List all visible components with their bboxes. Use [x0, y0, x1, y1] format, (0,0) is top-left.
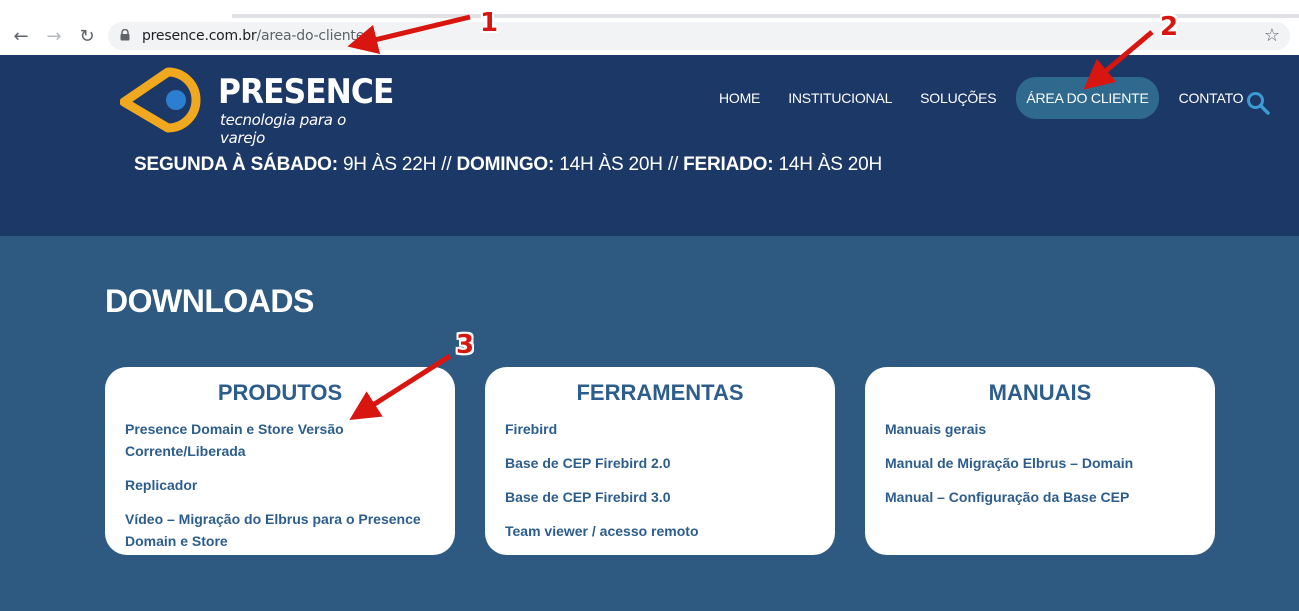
hours-weekday-value: 9H ÀS 22H // — [337, 154, 457, 175]
url-host: presence.com.br — [142, 28, 257, 44]
link-manual-base-cep[interactable]: Manual – Configuração da Base CEP — [885, 486, 1195, 508]
link-video-migracao[interactable]: Vídeo – Migração do Elbrus para o Presen… — [125, 508, 435, 552]
card-manuais: MANUAIS Manuais gerais Manual de Migraçã… — [865, 367, 1215, 555]
reload-icon[interactable]: ↻ — [75, 24, 99, 48]
annotation-number-2: 2 — [1160, 12, 1179, 42]
card-link-list: Firebird Base de CEP Firebird 2.0 Base d… — [505, 418, 815, 554]
link-cep-firebird-2[interactable]: Base de CEP Firebird 2.0 — [505, 452, 815, 474]
annotation-number-3: 3 — [456, 330, 475, 360]
link-team-viewer[interactable]: Team viewer / acesso remoto — [505, 520, 815, 542]
hours-sunday-label: DOMINGO: — [456, 154, 555, 175]
hours-holiday-value: 14H ÀS 20H — [773, 154, 883, 175]
arrow-left-icon[interactable]: ← — [9, 24, 33, 48]
url-text[interactable]: presence.com.br/area-do-cliente/ — [142, 28, 369, 44]
opening-hours: SEGUNDA À SÁBADO: 9H ÀS 22H // DOMINGO: … — [134, 154, 882, 176]
card-produtos: PRODUTOS Presence Domain e Store Versão … — [105, 367, 455, 555]
nav-home[interactable]: HOME — [705, 77, 774, 119]
site-header: PRESENCE tecnologia para o varejo HOME I… — [0, 55, 1299, 236]
link-replicador[interactable]: Replicador — [125, 474, 435, 496]
link-presence-domain-store[interactable]: Presence Domain e Store Versão Corrente/… — [125, 418, 435, 462]
card-title: PRODUTOS — [217, 380, 343, 405]
browser-toolbar: ← → ↻ presence.com.br/area-do-cliente/ ☆ — [0, 0, 1299, 55]
link-firebird[interactable]: Firebird — [505, 418, 815, 440]
lock-icon — [120, 29, 130, 41]
tab-strip — [0, 14, 1299, 18]
address-bar[interactable]: presence.com.br/area-do-cliente/ ☆ — [108, 22, 1290, 50]
arrow-right-icon[interactable]: → — [42, 24, 66, 48]
card-title: MANUAIS — [988, 380, 1092, 405]
presence-logo[interactable]: PRESENCE tecnologia para o varejo — [120, 66, 394, 147]
nav-contato[interactable]: CONTATO — [1165, 77, 1258, 119]
downloads-title: DOWNLOADS — [105, 283, 314, 319]
star-icon[interactable]: ☆ — [1264, 25, 1280, 46]
card-link-list: Presence Domain e Store Versão Corrente/… — [125, 418, 435, 564]
active-tab[interactable] — [0, 14, 232, 18]
logo-wordmark: PRESENCE — [218, 72, 394, 112]
search-icon[interactable] — [1246, 91, 1270, 115]
hours-weekday-label: SEGUNDA À SÁBADO: — [134, 154, 338, 175]
link-manual-migracao[interactable]: Manual de Migração Elbrus – Domain — [885, 452, 1195, 474]
annotation-number-1: 1 — [480, 8, 499, 38]
card-ferramentas: FERRAMENTAS Firebird Base de CEP Firebir… — [485, 367, 835, 555]
logo-tagline: tecnologia para o varejo — [220, 111, 346, 147]
logo-eye-icon — [120, 67, 201, 133]
nav-institucional[interactable]: INSTITUCIONAL — [774, 77, 906, 119]
main-nav: HOME INSTITUCIONAL SOLUÇÕES ÁREA DO CLIE… — [705, 77, 1257, 119]
hours-sunday-value: 14H ÀS 20H // — [554, 154, 684, 175]
url-path: /area-do-cliente/ — [256, 28, 369, 44]
card-link-list: Manuais gerais Manual de Migração Elbrus… — [885, 418, 1195, 520]
hours-holiday-label: FERIADO: — [683, 154, 774, 175]
link-manuais-gerais[interactable]: Manuais gerais — [885, 418, 1195, 440]
link-cep-firebird-3[interactable]: Base de CEP Firebird 3.0 — [505, 486, 815, 508]
nav-area-do-cliente[interactable]: ÁREA DO CLIENTE — [1016, 77, 1159, 119]
nav-solucoes[interactable]: SOLUÇÕES — [906, 77, 1010, 119]
card-title: FERRAMENTAS — [576, 380, 744, 405]
